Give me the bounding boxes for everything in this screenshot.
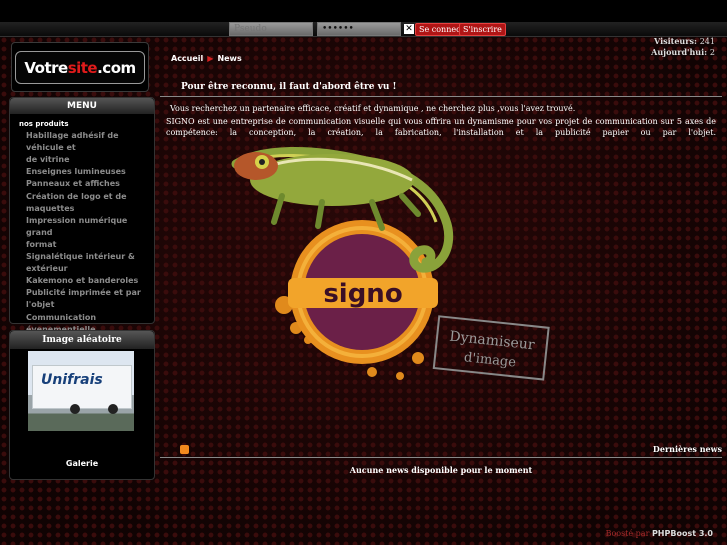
intro-text-2: SIGNO est une entreprise de communicatio… [166, 116, 716, 138]
menu-item[interactable]: format [10, 239, 154, 251]
random-image-panel: Image aléatoire Unifrais Galerie [9, 330, 155, 480]
intro-text-1: Vous recherchez un partenaire efficace, … [170, 104, 576, 113]
svg-text:d'image: d'image [463, 350, 517, 370]
menu-item[interactable]: de vitrine [10, 154, 154, 166]
divider [160, 457, 722, 458]
random-image-title: Image aléatoire [10, 331, 154, 349]
divider [160, 96, 722, 97]
menu-item[interactable]: Panneaux et affiches [10, 178, 154, 190]
menu-item[interactable]: Impression numérique grand [10, 215, 154, 239]
menu-item[interactable]: Kakemono et banderoles [10, 275, 154, 287]
today-label: Aujourd'hui: [651, 47, 708, 57]
menu-item[interactable]: Habillage adhésif de véhicule et [10, 130, 154, 154]
random-image-thumbnail[interactable]: Unifrais [28, 351, 134, 431]
auto-connect-checkbox[interactable]: ✕ [404, 24, 414, 34]
menu-item[interactable]: Création de logo et de maquettes [10, 191, 154, 215]
gallery-link[interactable]: Galerie [10, 459, 154, 468]
top-bar [0, 0, 727, 22]
site-logo[interactable]: Votresite.com [15, 50, 145, 84]
breadcrumb-arrow-icon: ▶ [207, 54, 214, 63]
main-menu: MENU nos produits Habillage adhésif de vé… [9, 97, 155, 382]
truck-image: Unifrais [32, 365, 132, 409]
menu-item[interactable]: Enseignes lumineuses [10, 166, 154, 178]
visitors-label: Visiteurs: [654, 36, 697, 46]
menu-item[interactable]: nos produits [10, 118, 154, 130]
pseudo-input[interactable] [229, 22, 313, 36]
truck-logo-text: Unifrais [41, 372, 103, 388]
footer-credit: Boosté par PHPBoost 3.0 [606, 529, 713, 538]
visitors-value: 241 [699, 37, 715, 46]
today-value: 2 [709, 48, 715, 57]
today-count: Aujourd'hui: 2 [651, 47, 715, 57]
slogan-stamp: Dynamiseur d'image [432, 315, 550, 381]
phpboost-link[interactable]: PHPBoost 3.0 [652, 529, 713, 538]
logo-text: Votresite.com [24, 58, 136, 77]
password-input[interactable] [317, 22, 401, 36]
rss-icon[interactable] [180, 445, 189, 454]
svg-text:Dynamiseur: Dynamiseur [449, 329, 536, 354]
footer-prefix: Boosté par [605, 529, 650, 538]
truck-wheel [108, 404, 118, 414]
latest-news-title: Dernières news [652, 444, 722, 454]
brand-word: signo [323, 279, 402, 309]
no-news-message: Aucune news disponible pour le moment [349, 465, 533, 475]
breadcrumb-current[interactable]: News [217, 54, 241, 63]
intro-text-2b: création, la fabrication, l'installation… [327, 128, 716, 137]
register-button[interactable]: S'inscrire [459, 23, 506, 36]
site-logo-box[interactable]: Votresite.com [11, 42, 149, 92]
signo-chameleon-logo: signo Dynamiseur d'image [231, 147, 550, 381]
page-tagline: Pour être reconnu, il faut d'abord être … [181, 82, 397, 92]
breadcrumb: Accueil ▶ News [171, 54, 242, 63]
menu-item[interactable]: Signalétique intérieur & extérieur [10, 251, 154, 275]
breadcrumb-home[interactable]: Accueil [171, 54, 203, 63]
truck-wheel [70, 404, 80, 414]
visitor-count: Visiteurs: 241 [654, 36, 715, 46]
menu-item[interactable]: Publicité imprimée et par l'objet [10, 287, 154, 311]
menu-title: MENU [10, 98, 154, 114]
